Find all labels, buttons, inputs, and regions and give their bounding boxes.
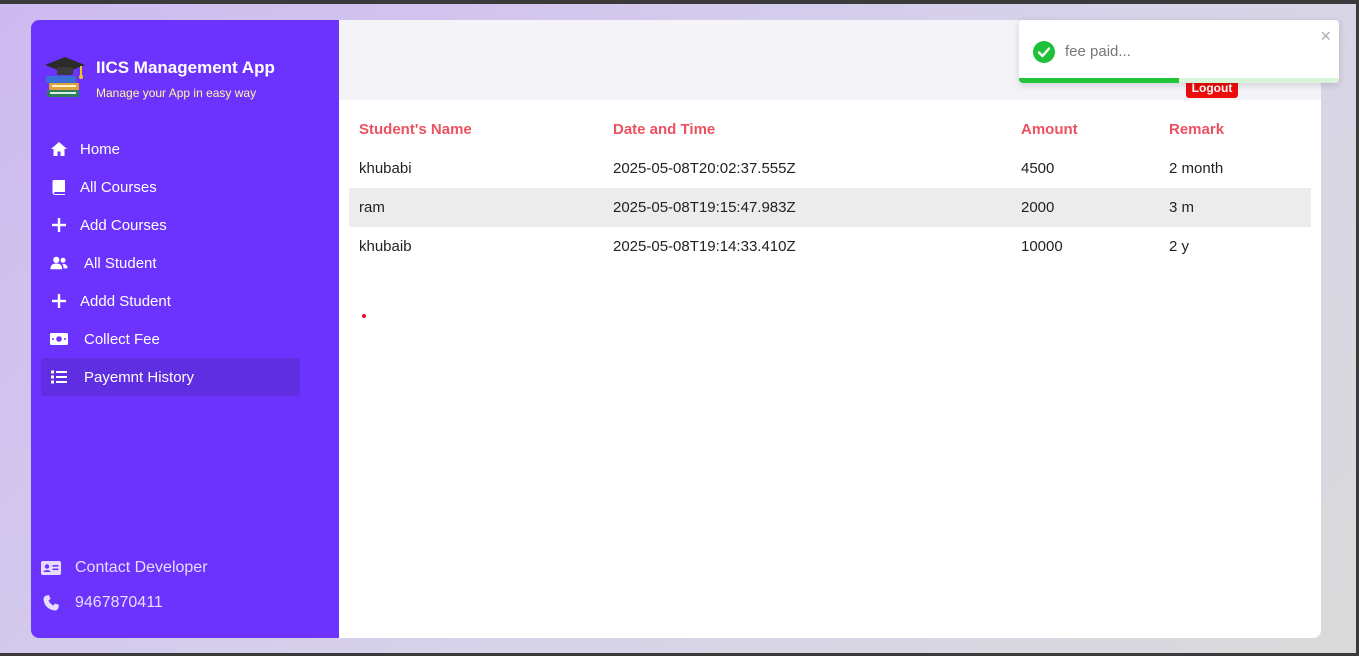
phone-icon [41, 594, 61, 612]
plus-icon [50, 292, 68, 310]
sidebar-item-label: All Student [84, 254, 157, 272]
book-icon [50, 178, 68, 196]
app-title: IICS Management App [96, 58, 275, 77]
sidebar-item-label: Home [80, 140, 121, 158]
toast-message: fee paid... [1065, 43, 1131, 60]
red-dot-marker [362, 314, 366, 318]
column-header-amount: Amount [1021, 121, 1078, 138]
table-row: khubabi 2025-05-08T20:02:37.555Z 4500 2 … [349, 149, 1311, 188]
sidebar-item-all-courses[interactable]: All Courses [41, 168, 300, 206]
users-icon [50, 254, 68, 272]
contact-developer: Contact Developer [41, 550, 331, 585]
contact-section: Contact Developer 9467870411 [41, 550, 331, 620]
table-row: khubaib 2025-05-08T19:14:33.410Z 10000 2… [349, 227, 1311, 266]
sidebar-item-all-student[interactable]: All Student [41, 244, 300, 282]
id-card-icon [41, 559, 61, 577]
cell-date-time: 2025-05-08T19:14:33.410Z [613, 238, 796, 255]
sidebar-item-label: Addd Student [80, 292, 171, 310]
home-icon [50, 140, 68, 158]
sidebar-item-add-student[interactable]: Addd Student [41, 282, 300, 320]
cell-amount: 2000 [1011, 188, 1159, 227]
cell-student-name: khubabi [359, 160, 412, 177]
main-content: Logout Student's Name Date and Time Amou… [339, 20, 1321, 638]
column-header-name: Student's Name [359, 121, 472, 138]
column-header-date: Date and Time [613, 121, 716, 138]
brand: IICS Management App Manage your App in e… [41, 54, 331, 104]
window-frame-top [0, 0, 1359, 4]
contact-developer-label: Contact Developer [75, 558, 208, 576]
payment-history-table: Student's Name Date and Time Amount Rema… [349, 110, 1311, 266]
app-container: IICS Management App Manage your App in e… [31, 20, 1321, 638]
column-header-remark: Remark [1169, 121, 1225, 138]
cell-amount: 4500 [1021, 160, 1055, 177]
sidebar-nav: Home All Courses Add Courses All Student [41, 130, 300, 396]
sidebar-item-label: Payemnt History [84, 368, 195, 386]
cell-date-time: 2025-05-08T20:02:37.555Z [613, 160, 796, 177]
sidebar-item-label: Collect Fee [84, 330, 160, 348]
sidebar-item-home[interactable]: Home [41, 130, 300, 168]
cell-remark: 2 month [1169, 160, 1224, 177]
plus-icon [50, 216, 68, 234]
sidebar-item-payment-history[interactable]: Payemnt History [41, 358, 300, 396]
cell-student-name: khubaib [359, 238, 412, 255]
contact-phone: 9467870411 [41, 585, 331, 620]
cell-remark: 3 m [1159, 188, 1311, 227]
graduation-books-logo-icon [41, 54, 89, 102]
cell-remark: 2 y [1169, 238, 1190, 255]
toast-close-button[interactable]: × [1320, 26, 1331, 47]
table-header-row: Student's Name Date and Time Amount Rema… [349, 110, 1311, 149]
sidebar: IICS Management App Manage your App in e… [31, 20, 339, 638]
sidebar-item-add-courses[interactable]: Add Courses [41, 206, 300, 244]
cell-student-name: ram [349, 188, 603, 227]
sidebar-item-label: Add Courses [80, 216, 167, 234]
sidebar-item-collect-fee[interactable]: Collect Fee [41, 320, 300, 358]
success-toast: fee paid... × [1019, 20, 1339, 83]
money-icon [50, 330, 68, 348]
toast-progress-track [1019, 78, 1339, 83]
cell-amount: 10000 [1021, 238, 1063, 255]
cell-date-time: 2025-05-08T19:15:47.983Z [603, 188, 1011, 227]
check-circle-icon [1033, 41, 1055, 63]
contact-phone-number: 9467870411 [75, 593, 163, 611]
app-subtitle: Manage your App in easy way [96, 86, 257, 100]
list-icon [50, 368, 68, 386]
table-row: ram 2025-05-08T19:15:47.983Z 2000 3 m [349, 188, 1311, 227]
toast-progress-bar [1019, 78, 1179, 83]
sidebar-item-label: All Courses [80, 178, 157, 196]
